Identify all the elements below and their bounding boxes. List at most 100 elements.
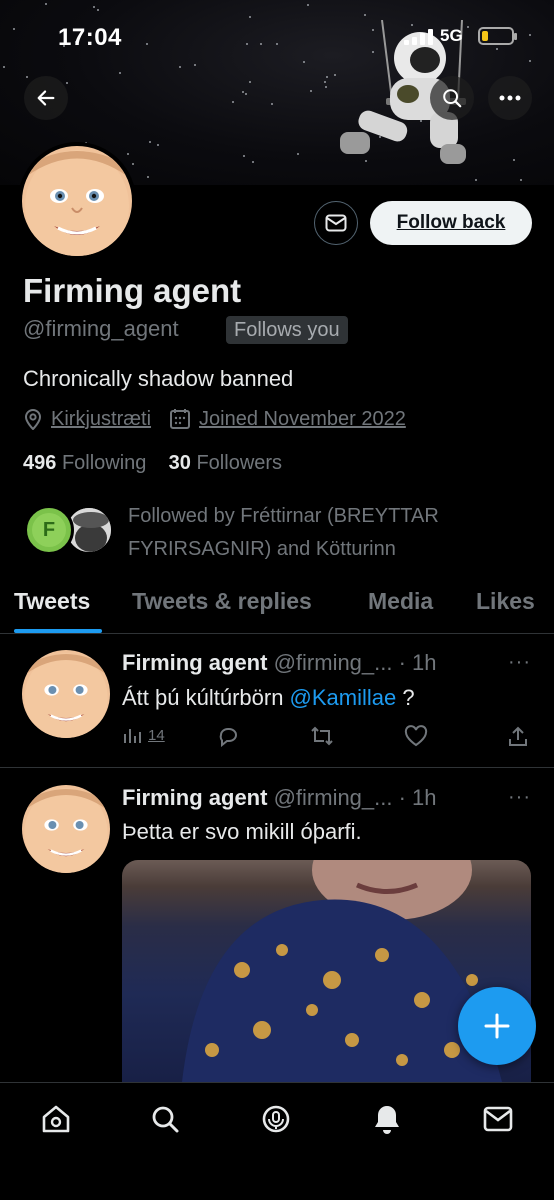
like-button[interactable] [404,725,428,747]
more-options-button[interactable] [488,76,532,120]
followed-by-avatars[interactable]: F [24,505,114,555]
tweet-more-icon[interactable]: ··· [508,651,531,674]
back-button[interactable] [24,76,68,120]
banner-star [249,81,251,83]
tweet-handle-time: @firming_... · 1h [273,650,437,675]
banner-star [245,93,247,95]
banner-star [147,176,149,178]
followers-count: 30 [168,452,191,474]
banner-star [179,66,181,68]
notifications-bell-icon [375,1106,399,1134]
battery-icon [478,27,517,45]
bottom-navigation [0,1082,554,1200]
profile-meta: Kirkjustræti Joined November 2022 [23,404,406,434]
tweet-handle-time: @firming_... · 1h [273,785,437,810]
more-icon [499,95,521,101]
status-time: 17:04 [58,24,122,51]
banner-star [324,81,326,83]
tab-tweets-and-replies[interactable]: Tweets & replies [132,588,312,615]
banner-star [310,90,312,92]
profile-name: Firming agent [23,272,242,309]
message-button[interactable] [314,201,358,245]
tweet-text: Þetta er svo mikill óþarfi. [122,819,362,844]
nav-spaces[interactable] [258,1101,294,1137]
follows-you-badge: Follows you [226,316,348,344]
tweet-text: Átt þú kúltúrbörn @Kamillae ? [122,685,415,710]
profile-avatar[interactable] [18,142,136,260]
tweet-item[interactable]: Firming agent @firming_... · 1h ··· Átt … [0,635,554,768]
banner-star [127,153,129,155]
banner-star [232,101,234,103]
reply-icon [219,728,237,747]
banner-star [529,60,531,62]
network-type: 5G [440,26,463,45]
search-button[interactable] [430,76,474,120]
banner-star [513,159,515,161]
banner-star [364,14,366,16]
signal-bars-icon [404,29,433,45]
status-bar: 17:04 5G [0,20,554,56]
banner-star [297,153,299,155]
reply-button[interactable] [217,725,239,747]
followed-by-text[interactable]: Followed by Fréttirnar (BREYTTAR FYRIRSA… [128,500,518,566]
banner-star [243,155,245,157]
spaces-icon [262,1105,290,1133]
tweet-avatar[interactable] [22,785,110,873]
followed-by-avatar-1: F [24,505,74,555]
banner-star [149,141,151,143]
profile-location[interactable]: Kirkjustræti [51,408,151,431]
profile-stats: 496 Following 30 Followers [23,452,282,475]
tweet-mention-link[interactable]: @Kamillae [290,685,397,710]
tweet-actions: 14 [122,725,532,755]
back-arrow-icon [37,90,55,106]
analytics-icon [124,729,141,743]
banner-star [3,66,5,68]
tweet-views-button[interactable]: 14 [122,725,165,745]
banner-star [307,4,309,6]
share-icon [509,726,527,746]
tweet-author-name[interactable]: Firming agent [122,650,267,675]
calendar-icon [170,409,191,429]
nav-home[interactable] [38,1101,74,1137]
tab-likes[interactable]: Likes [476,588,535,615]
compose-tweet-button[interactable] [458,987,536,1065]
retweet-button[interactable] [310,725,334,747]
banner-star [271,103,273,105]
location-pin-icon [24,409,42,430]
banner-star [66,82,68,84]
banner-star [249,16,251,18]
home-icon [42,1105,70,1133]
share-button[interactable] [508,725,528,747]
banner-star [119,72,121,74]
profile-joined-date: Joined November 2022 [199,407,406,430]
banner-star [132,163,134,165]
mail-icon [325,214,347,232]
tweet-author-name[interactable]: Firming agent [122,785,267,810]
banner-star [326,76,328,78]
tab-media[interactable]: Media [368,588,433,615]
followers-label: Followers [196,452,283,474]
following-link[interactable]: 496 Following [23,452,146,474]
avatar-face-image [22,146,132,256]
follow-back-button[interactable]: Follow back [370,201,532,245]
banner-star [194,64,196,66]
tweet-views-count: 14 [148,726,165,744]
banner-star [45,3,47,5]
banner-star [325,86,327,88]
search-icon [443,89,462,108]
tweet-more-icon[interactable]: ··· [508,786,531,809]
active-tab-indicator [14,629,102,633]
nav-notifications[interactable] [369,1101,405,1137]
profile-tabs: Tweets Tweets & replies Media Likes [0,580,554,634]
following-count: 496 [23,452,57,474]
nav-search[interactable] [147,1101,183,1137]
followers-link[interactable]: 30 Followers [169,452,282,474]
nav-messages[interactable] [480,1101,516,1137]
tweet-avatar[interactable] [22,650,110,738]
banner-star [157,144,159,146]
banner-star [303,61,305,63]
tab-tweets[interactable]: Tweets [14,588,90,615]
like-icon [404,725,428,747]
search-icon [152,1106,179,1133]
messages-icon [483,1106,513,1132]
